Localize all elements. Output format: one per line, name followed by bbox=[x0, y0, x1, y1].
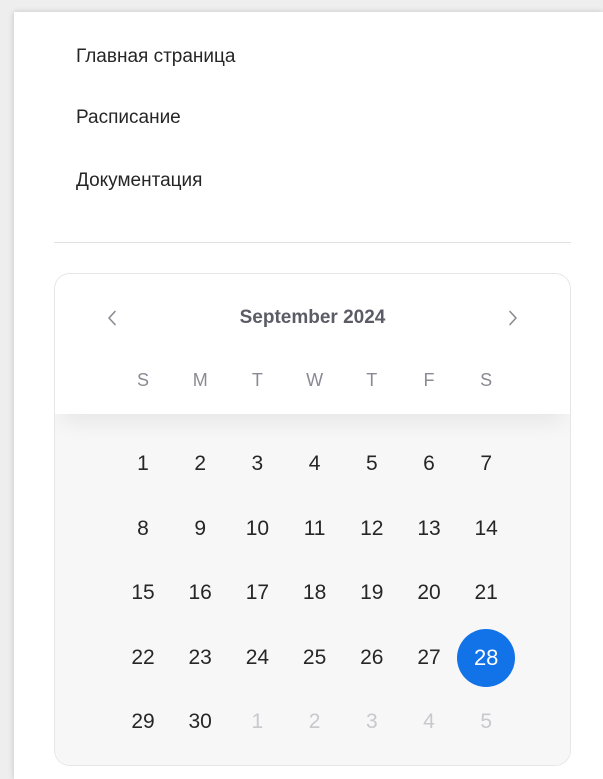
nav-link-schedule[interactable]: Расписание bbox=[76, 107, 181, 129]
day-cell[interactable]: 4 bbox=[293, 442, 337, 486]
day-cell[interactable]: 19 bbox=[350, 571, 394, 615]
day-cell[interactable]: 17 bbox=[235, 571, 279, 615]
day-cell[interactable]: 2 bbox=[178, 442, 222, 486]
day-cell[interactable]: 27 bbox=[407, 636, 451, 680]
day-cell[interactable]: 2 bbox=[293, 700, 337, 744]
day-cell[interactable]: 7 bbox=[464, 442, 508, 486]
day-cell[interactable]: 22 bbox=[121, 636, 165, 680]
weekday-label: S bbox=[480, 370, 493, 390]
day-cell[interactable]: 6 bbox=[407, 442, 451, 486]
day-cell[interactable]: 10 bbox=[235, 507, 279, 551]
day-cell[interactable]: 25 bbox=[293, 636, 337, 680]
weekday-label: S bbox=[136, 370, 149, 390]
day-cell[interactable]: 3 bbox=[235, 442, 279, 486]
weekday-label: W bbox=[306, 370, 324, 390]
day-cell[interactable]: 14 bbox=[464, 507, 508, 551]
calendar-header: September 2024 S M T W T F S bbox=[55, 274, 570, 414]
day-cell[interactable]: 18 bbox=[293, 571, 337, 615]
calendar-days-grid: 1 2 3 4 5 6 7 8 9 10 11 12 13 14 15 16 17 18 19 20 21 22 23 24 2… bbox=[55, 414, 570, 765]
day-cell[interactable]: 21 bbox=[464, 571, 508, 615]
day-cell[interactable]: 29 bbox=[121, 700, 165, 744]
weekday-label: M bbox=[192, 370, 208, 390]
day-cell[interactable]: 3 bbox=[350, 700, 394, 744]
nav-link-docs[interactable]: Документация bbox=[76, 170, 202, 192]
weekday-label: T bbox=[251, 370, 263, 390]
calendar: September 2024 SMTWTFS 1 2 3 4 5 6 7 8 9 10 11 12 13… bbox=[54, 273, 571, 766]
side-panel: Главная страница Расписание Документация… bbox=[14, 12, 603, 779]
day-cell[interactable]: 1 bbox=[235, 700, 279, 744]
day-cell[interactable]: 1 bbox=[121, 442, 165, 486]
day-cell[interactable]: 5 bbox=[464, 700, 508, 744]
day-cell[interactable]: 9 bbox=[178, 507, 222, 551]
weekday-label: F bbox=[423, 370, 435, 390]
day-cell[interactable]: 30 bbox=[178, 700, 222, 744]
chevron-right-icon bbox=[509, 310, 517, 326]
weekday-label: T bbox=[366, 370, 378, 390]
day-cell-selected[interactable]: 28 bbox=[457, 628, 516, 687]
day-cell[interactable]: 16 bbox=[178, 571, 222, 615]
day-cell[interactable]: 15 bbox=[121, 571, 165, 615]
month-label: September 2024 bbox=[239, 307, 386, 328]
nav-link-home[interactable]: Главная страница bbox=[76, 46, 236, 68]
day-cell[interactable]: 5 bbox=[350, 442, 394, 486]
day-cell[interactable]: 13 bbox=[407, 507, 451, 551]
day-cell[interactable]: 4 bbox=[407, 700, 451, 744]
day-cell[interactable]: 12 bbox=[350, 507, 394, 551]
next-month-button[interactable] bbox=[499, 304, 527, 332]
day-cell[interactable]: 24 bbox=[235, 636, 279, 680]
divider bbox=[54, 242, 571, 243]
day-cell[interactable]: 20 bbox=[407, 571, 451, 615]
day-cell[interactable]: 11 bbox=[293, 507, 337, 551]
day-cell[interactable]: 26 bbox=[350, 636, 394, 680]
day-cell[interactable]: 23 bbox=[178, 636, 222, 680]
day-cell[interactable]: 8 bbox=[121, 507, 165, 551]
